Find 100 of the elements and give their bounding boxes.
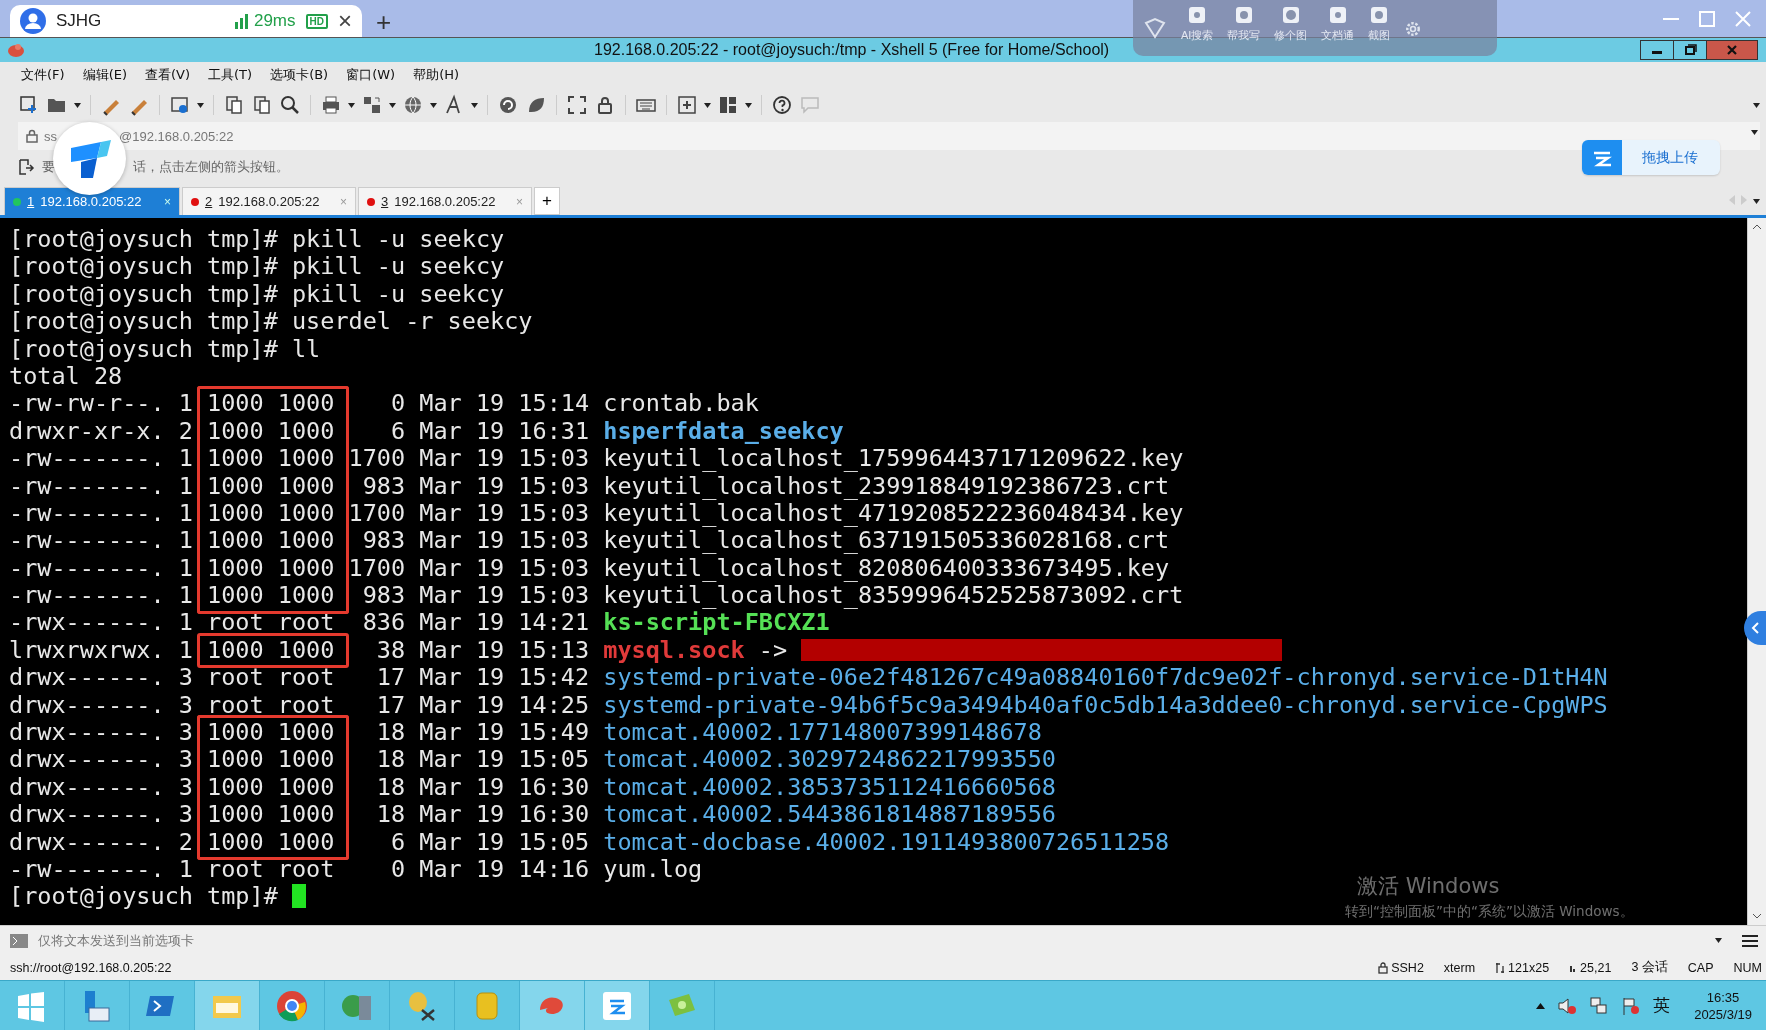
terminal-line: total 28: [9, 362, 123, 391]
session-tab[interactable]: 2 192.168.0.205:22 ×: [182, 187, 356, 215]
flag-icon[interactable]: [1621, 995, 1642, 1016]
dropdown-caret-icon[interactable]: [74, 102, 81, 108]
tab-number: 1: [27, 194, 35, 209]
send-scope-text[interactable]: 仅将文本发送到当前选项卡: [38, 931, 194, 950]
dropdown-caret-icon[interactable]: [704, 102, 711, 108]
dropdown-caret-icon[interactable]: [1753, 102, 1760, 108]
terminal-line: -rwx------. 1 root root 836 Mar 19 14:21 ks-script-FBCXZ1: [9, 608, 830, 637]
chevron-left-icon[interactable]: [1751, 622, 1759, 634]
terminal-line: -rw-------. 1 1000 1000 1700 Mar 19 15:03 keyutil_localhost_820806400333673495.key: [9, 553, 1170, 582]
network-icon[interactable]: [1589, 995, 1610, 1016]
menu-item[interactable]: 编辑(E): [73, 66, 136, 84]
show-hidden-icons-icon[interactable]: [1536, 1002, 1546, 1009]
address-text: @192.168.0.205:22: [119, 128, 234, 144]
tab-title: SJHG: [56, 11, 102, 31]
language-indicator[interactable]: 英: [1653, 994, 1671, 1017]
hd-badge: HD: [305, 13, 328, 29]
terminal-line: [root@joysuch tmp]# pkill -u seekcy: [9, 226, 505, 254]
side-panel-tab[interactable]: [1744, 611, 1766, 645]
arrow-icon[interactable]: [18, 158, 36, 176]
search-icon[interactable]: [279, 94, 301, 116]
terminal-line: -rw-rw-r--. 1 1000 1000 0 Mar 19 15:14 crontab.bak: [9, 389, 759, 418]
status-text: 3 会话: [1631, 959, 1668, 976]
swirl-icon[interactable]: [497, 94, 519, 116]
menu-item[interactable]: 文件(F): [12, 66, 74, 84]
transfer-icon[interactable]: [361, 94, 383, 116]
app-logo-icon: [6, 42, 26, 58]
activation-notice-title: 激活 Windows: [1357, 873, 1501, 900]
layout-icon[interactable]: [717, 94, 739, 116]
terminal-line: -rw-------. 1 1000 1000 1700 Mar 19 15:03 keyutil_localhost_1759964437171209622.key: [9, 444, 1184, 473]
latency-label: 29ms: [253, 11, 296, 31]
hint-text: 话，点击左侧的箭头按钮。: [133, 158, 289, 176]
fullscreen-icon[interactable]: [566, 94, 588, 116]
browser-tab[interactable]: SJHG 29ms HD ×: [10, 5, 362, 37]
menu-item[interactable]: 查看(V): [136, 66, 200, 84]
status-text: xterm: [1443, 960, 1476, 975]
dropdown-caret-icon[interactable]: [430, 102, 437, 108]
menu-item[interactable]: 帮助(H): [404, 66, 469, 84]
status-text: NUM: [1733, 960, 1762, 975]
new-tab-button[interactable]: +: [376, 9, 392, 35]
status-text: CAP: [1687, 960, 1714, 975]
terminal-line: drwx------. 3 1000 1000 18 Mar 19 16:30 tomcat.40002.3853735112416660568: [9, 772, 1056, 801]
close-tab-button[interactable]: ×: [164, 194, 171, 209]
printer-icon[interactable]: [320, 94, 342, 116]
lock-icon: [1378, 961, 1389, 974]
session-tab[interactable]: 3 192.168.0.205:22 ×: [358, 187, 532, 215]
scroll-down-icon[interactable]: [1752, 911, 1762, 921]
terminal-line: -rw-------. 1 1000 1000 983 Mar 19 15:03 keyutil_localhost_637191505336028168.crt: [9, 526, 1170, 555]
lock-icon: [26, 129, 38, 143]
window-title: 192.168.0.205:22 - root@joysuch:/tmp - Xshell 5 (Free for Home/School): [594, 41, 1110, 59]
dropdown-caret-icon[interactable]: [1715, 938, 1722, 943]
menu-item[interactable]: 窗口(W): [337, 66, 405, 84]
dropdown-caret-icon[interactable]: [1753, 198, 1760, 204]
menu-item[interactable]: 工具(T): [199, 66, 262, 84]
speaker-muted-icon[interactable]: [1557, 995, 1578, 1016]
clock[interactable]: 16:35 2025/3/19: [1694, 988, 1752, 1023]
terminal-line: drwx------. 3 root root 17 Mar 19 14:25 systemd-private-94b6f5c9a3494b40af0c5db14a3ddee0-chronyd.service-CpgWPS: [9, 690, 1608, 719]
terminal-line: [root@joysuch tmp]# ll: [9, 335, 321, 363]
dropdown-caret-icon[interactable]: [197, 102, 204, 108]
terminal-line: lrwxrwxrwx. 1 1000 1000 38 Mar 19 15:13 mysql.sock ->: [9, 635, 789, 664]
terminal-line: [root@joysuch tmp]# pkill -u seekcy: [9, 253, 505, 281]
menu-icon[interactable]: [1742, 933, 1758, 948]
terminal-icon[interactable]: [10, 933, 28, 948]
gear-icon[interactable]: [1404, 20, 1423, 38]
terminal-line: [root@joysuch tmp]# pkill -u seekcy: [9, 280, 505, 309]
menu-item[interactable]: 选项卡(B): [261, 66, 338, 84]
help-icon[interactable]: [771, 94, 793, 116]
upload-button[interactable]: 拖拽上传: [1582, 140, 1720, 175]
globe-icon[interactable]: [402, 94, 424, 116]
hint-text: 要: [42, 158, 55, 176]
terminal-line: drwx------. 3 1000 1000 18 Mar 19 15:49 tomcat.40002.177148007399148678: [9, 718, 1042, 747]
new-tab-button[interactable]: +: [534, 187, 560, 215]
copy-icon[interactable]: [223, 94, 245, 116]
status-text: 25,21: [1580, 960, 1612, 975]
terminal-line: -rw-------. 1 root root 0 Mar 19 14:16 yum.log: [9, 855, 703, 883]
terminal-line: drwx------. 3 root root 17 Mar 19 15:42 systemd-private-06e2f481267c49a08840160f7dc9e02f-chronyd.service-D1tH4N: [9, 663, 1608, 692]
signal-icon: [233, 13, 250, 29]
restore-icon[interactable]: [1673, 40, 1707, 60]
close-tab-button[interactable]: ×: [338, 9, 352, 33]
avatar-icon: [20, 8, 46, 34]
dropdown-caret-icon[interactable]: [348, 102, 355, 108]
shield-icon[interactable]: [1143, 16, 1167, 40]
scroll-up-icon[interactable]: [1752, 222, 1762, 232]
dropdown-caret-icon[interactable]: [745, 102, 752, 108]
terminal-line: drwxr-xr-x. 2 1000 1000 6 Mar 19 16:31 hsperfdata_seekcy: [9, 416, 844, 445]
session-tab[interactable]: 1 192.168.0.205:22 ×: [4, 187, 180, 215]
new-tab-icon[interactable]: [676, 94, 698, 116]
terminal-line: drwx------. 3 1000 1000 18 Mar 19 15:05 tomcat.40002.3029724862217993550: [9, 745, 1056, 774]
minimize-icon[interactable]: [1640, 40, 1674, 60]
tab-number: 2: [205, 194, 213, 209]
dropdown-caret-icon[interactable]: [471, 102, 478, 108]
terminal-line: drwx------. 2 1000 1000 6 Mar 19 15:05 tomcat-docbase.40002.1911493800726511258: [9, 827, 1170, 856]
copy-icon[interactable]: [251, 94, 273, 116]
tab-label: 192.168.0.205:22: [40, 194, 142, 209]
dropdown-caret-icon[interactable]: [389, 102, 396, 108]
status-text: SSH2: [1391, 960, 1424, 975]
dropdown-caret-icon[interactable]: [1751, 130, 1758, 135]
properties-icon[interactable]: [169, 94, 191, 116]
close-icon[interactable]: [1706, 40, 1758, 60]
